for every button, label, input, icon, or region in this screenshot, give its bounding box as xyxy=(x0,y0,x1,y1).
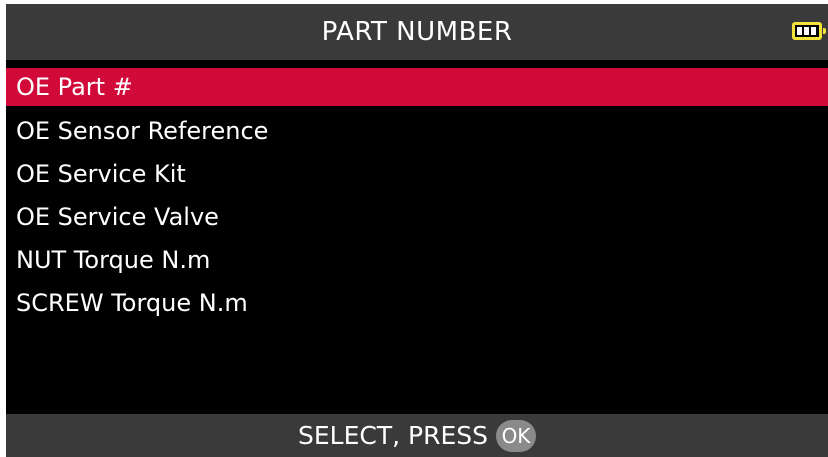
battery-cell xyxy=(811,27,816,35)
battery-cell xyxy=(797,27,802,35)
device-screen: PART NUMBER OE Part # OE Sensor Referenc… xyxy=(6,4,828,457)
menu-item-oe-service-valve[interactable]: OE Service Valve xyxy=(6,197,828,238)
menu-item-oe-sensor-reference[interactable]: OE Sensor Reference xyxy=(6,111,828,152)
ok-button-icon: OK xyxy=(496,419,536,452)
footer-bar: SELECT, PRESS OK xyxy=(6,414,828,457)
menu-item-screw-torque[interactable]: SCREW Torque N.m xyxy=(6,283,828,324)
part-number-menu: OE Part # OE Sensor Reference OE Service… xyxy=(6,68,828,326)
footer-prompt: SELECT, PRESS xyxy=(298,421,488,450)
battery-cell xyxy=(804,27,809,35)
menu-item-nut-torque[interactable]: NUT Torque N.m xyxy=(6,240,828,281)
battery-icon xyxy=(792,22,826,40)
header-bar: PART NUMBER xyxy=(6,4,828,60)
page-title: PART NUMBER xyxy=(321,17,513,47)
footer-hint: SELECT, PRESS OK xyxy=(298,414,536,457)
menu-item-oe-part[interactable]: OE Part # xyxy=(6,68,828,106)
menu-item-oe-service-kit[interactable]: OE Service Kit xyxy=(6,154,828,195)
